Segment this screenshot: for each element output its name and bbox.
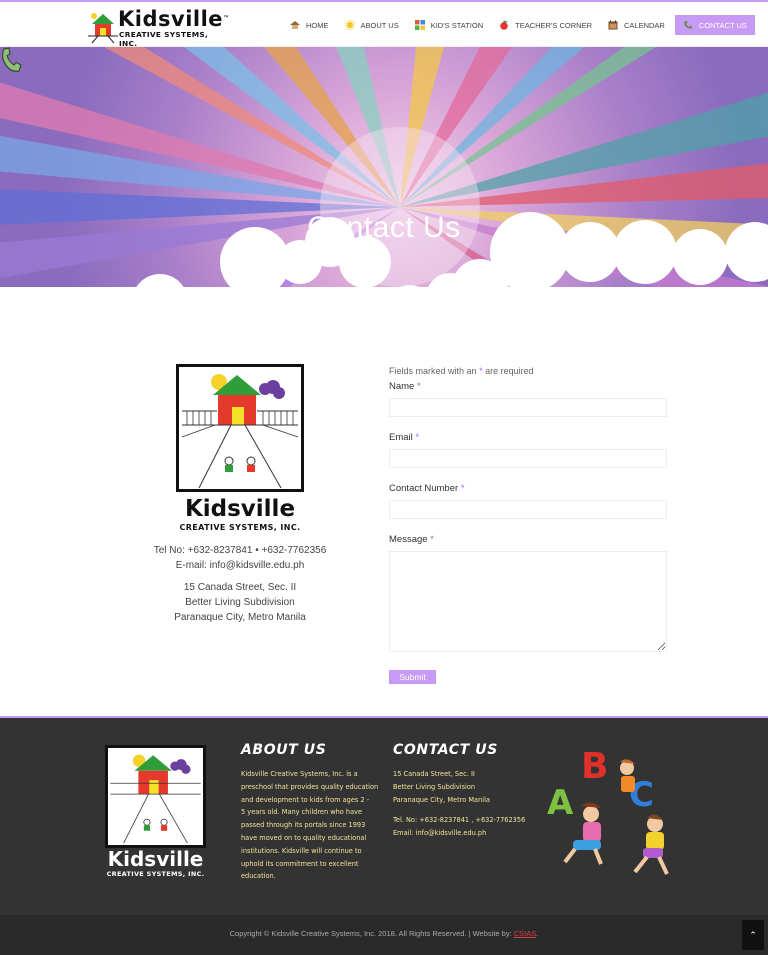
svg-text:A: A bbox=[547, 783, 574, 823]
apple-icon bbox=[500, 20, 508, 30]
logo-subtitle: CREATIVE SYSTEMS, INC. bbox=[119, 30, 209, 48]
message-field[interactable] bbox=[389, 551, 667, 652]
pencils-background-image bbox=[0, 47, 768, 347]
hero-banner: Contact Us bbox=[0, 47, 768, 347]
name-field[interactable] bbox=[389, 398, 667, 417]
email-field[interactable] bbox=[389, 449, 667, 468]
footer-contact-text: 15 Canada Street, Sec. II Better Living … bbox=[393, 770, 526, 838]
contact-phone: Tel No: +632-8237841 • +632-7762356 bbox=[153, 545, 327, 556]
phone-icon bbox=[684, 21, 692, 29]
contact-address-line1: 15 Canada Street, Sec. II bbox=[183, 582, 297, 593]
message-label: Message * bbox=[389, 534, 434, 545]
contact-email[interactable]: E-mail: info@kidsville.edu.ph bbox=[140, 559, 340, 573]
website-credit-link[interactable]: CSIAS bbox=[514, 929, 537, 938]
contact-number-field[interactable] bbox=[389, 500, 667, 519]
svg-text:B: B bbox=[581, 746, 608, 787]
footer-school-house-illustration bbox=[110, 754, 201, 844]
blocks-icon bbox=[414, 20, 425, 30]
nav-item-about[interactable]: ABOUT US bbox=[339, 15, 405, 35]
footer-brand: Kidsville bbox=[107, 847, 204, 871]
site-logo[interactable]: Kidsville™ CREATIVE SYSTEMS, INC. bbox=[88, 7, 230, 48]
abc-kids-illustration: A B C bbox=[547, 746, 669, 875]
name-label: Name * bbox=[389, 381, 421, 392]
copyright-text: Copyright © Kidsville Creative Systems, … bbox=[229, 929, 539, 938]
school-brand: Kidsville bbox=[184, 496, 296, 522]
school-brand-subtitle: CREATIVE SYSTEMS, INC. bbox=[179, 523, 301, 532]
school-house-illustration bbox=[181, 374, 299, 489]
submit-button[interactable]: Submit bbox=[389, 670, 436, 684]
contact-address-line3: Paranaque City, Metro Manila bbox=[174, 612, 306, 623]
nav-item-kids-station[interactable]: KID'S STATION bbox=[409, 15, 489, 35]
nav-item-teachers-corner[interactable]: TEACHER'S CORNER bbox=[493, 15, 598, 35]
school-logo bbox=[176, 364, 304, 492]
calendar-icon bbox=[608, 20, 618, 30]
form-required-note: Fields marked with an * are required bbox=[389, 366, 534, 376]
footer-about-heading: ABOUT US bbox=[241, 742, 327, 758]
site-header: Kidsville™ CREATIVE SYSTEMS, INC. HOME A… bbox=[0, 2, 768, 48]
logo-house-icon bbox=[88, 13, 118, 44]
bottom-bar: Copyright © Kidsville Creative Systems, … bbox=[0, 915, 768, 955]
contact-number-label: Contact Number * bbox=[389, 483, 465, 494]
main-nav: HOME ABOUT US KID'S STATION TEACHER'S CO… bbox=[284, 14, 759, 36]
scroll-to-top-button[interactable]: ⌃ bbox=[742, 920, 764, 950]
footer-contact-heading: CONTACT US bbox=[393, 742, 498, 758]
footer-brand-subtitle: CREATIVE SYSTEMS, INC. bbox=[106, 870, 205, 878]
sun-icon bbox=[344, 20, 355, 30]
hero-phone-icon bbox=[2, 47, 22, 72]
page-title: Contact Us bbox=[307, 211, 461, 244]
nav-item-calendar[interactable]: CALENDAR bbox=[602, 15, 671, 35]
footer-about-text: Kidsville Creative Systems, Inc. is a pr… bbox=[241, 770, 379, 881]
house-icon bbox=[290, 21, 300, 29]
contact-address-line2: Better Living Subdivision bbox=[185, 597, 295, 608]
nav-item-contact[interactable]: CONTACT US bbox=[674, 15, 755, 35]
logo-wordmark: Kidsville™ bbox=[118, 7, 230, 31]
nav-item-home[interactable]: HOME bbox=[284, 15, 335, 35]
email-label: Email * bbox=[389, 432, 420, 443]
footer-logo bbox=[105, 745, 206, 848]
